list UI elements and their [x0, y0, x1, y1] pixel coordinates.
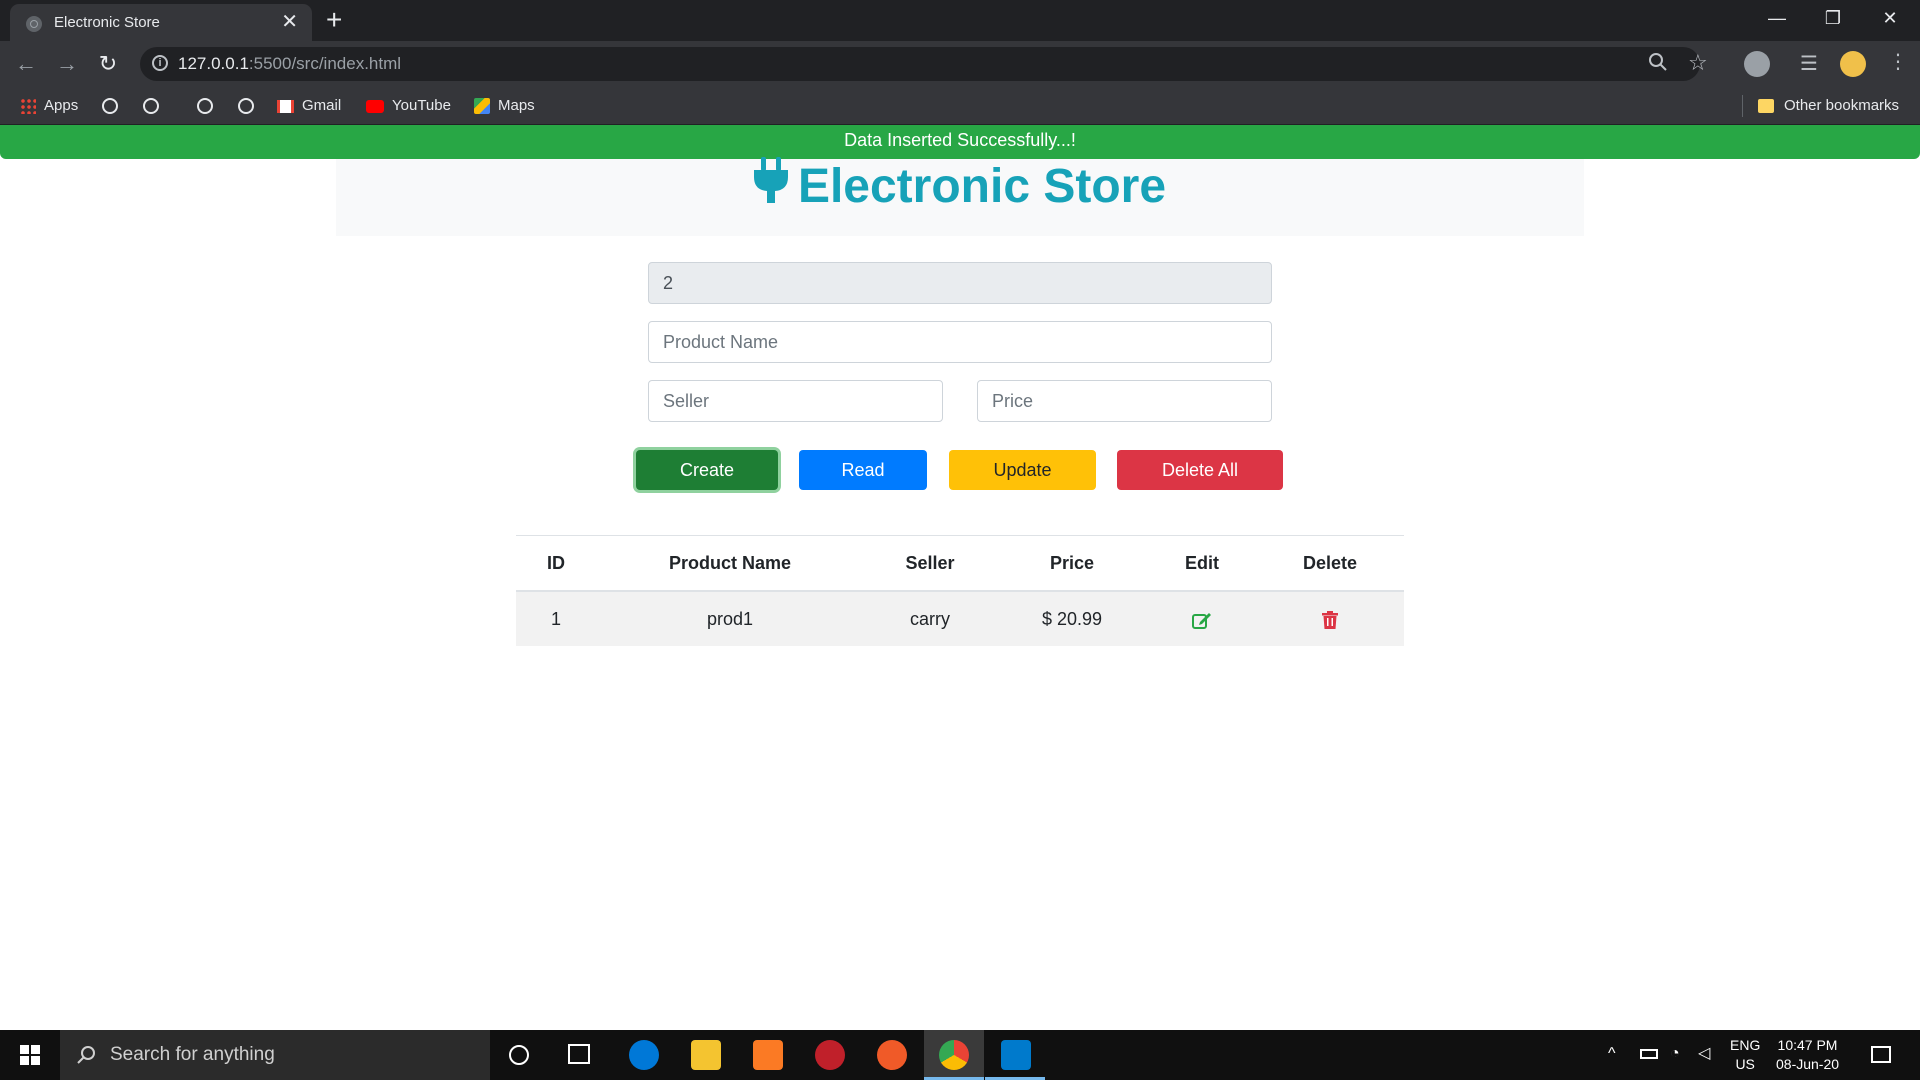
task-view-icon[interactable]	[568, 1044, 590, 1064]
tab-title: Electronic Store	[54, 14, 160, 31]
globe-icon	[197, 98, 213, 115]
cell-product-name: prod1	[706, 609, 754, 629]
youtube-icon	[366, 99, 384, 113]
profile-avatar[interactable]	[1840, 51, 1866, 77]
taskbar-search-placeholder: Search for anything	[110, 1044, 275, 1065]
cell-price: $ 20.99	[1041, 609, 1103, 629]
bookmark-globe-4[interactable]	[238, 96, 254, 116]
table-header: ID Product Name Seller Price Edit Delete	[516, 536, 1404, 592]
volume-icon[interactable]: ◁	[1698, 1044, 1710, 1063]
bookmark-globe-2[interactable]	[143, 96, 159, 116]
product-name-input[interactable]	[648, 321, 1272, 363]
bookmark-other[interactable]: Other bookmarks	[1758, 96, 1899, 116]
info-icon[interactable]: i	[152, 55, 168, 71]
media-queue-icon[interactable]: ☰	[1800, 51, 1818, 76]
price-input[interactable]	[977, 380, 1272, 422]
postman-icon[interactable]	[877, 1040, 907, 1070]
battery-icon[interactable]	[1640, 1049, 1658, 1059]
menu-kebab-icon[interactable]: ⋮	[1888, 49, 1908, 74]
globe-icon	[26, 16, 42, 32]
edge-icon[interactable]	[629, 1040, 659, 1070]
globe-icon	[102, 98, 118, 115]
bookmark-globe-3[interactable]	[197, 96, 213, 116]
gmail-icon	[277, 99, 294, 113]
xampp-icon[interactable]	[753, 1040, 783, 1070]
cell-seller: carry	[910, 609, 950, 629]
forward-icon[interactable]: →	[53, 50, 81, 78]
delete-all-button[interactable]: Delete All	[1117, 450, 1283, 490]
apps-grid-icon	[20, 98, 36, 115]
address-bar[interactable]: i 127.0.0.1:5500/src/index.html ☆	[140, 47, 1708, 81]
page-title: Electronic Store	[336, 156, 1584, 216]
back-icon[interactable]: ←	[12, 50, 40, 78]
browser-tab[interactable]: Electronic Store ✕	[10, 4, 312, 41]
header-edit: Edit	[1185, 553, 1219, 573]
plug-icon	[753, 156, 788, 216]
windows-start-icon[interactable]	[20, 1045, 40, 1065]
browser-titlebar: Electronic Store ✕ + — ❐ ✕	[0, 0, 1920, 41]
create-button[interactable]: Create	[636, 450, 778, 490]
globe-icon	[238, 98, 254, 115]
vscode-icon[interactable]	[1001, 1040, 1031, 1070]
bookmark-youtube[interactable]: YouTube	[366, 96, 451, 116]
globe-icon	[143, 98, 159, 115]
brand-text: Electronic Store	[797, 160, 1167, 213]
maps-icon	[474, 98, 490, 115]
new-tab-icon[interactable]: +	[326, 4, 342, 36]
bookmark-gmail[interactable]: Gmail	[277, 96, 341, 116]
trash-icon[interactable]	[1322, 592, 1338, 646]
bookmarks-bar: Apps Gmail YouTube Maps Other bookmarks	[0, 87, 1920, 125]
header-seller: Seller	[905, 553, 955, 573]
header-id: ID	[547, 553, 565, 573]
cell-id: 1	[550, 609, 562, 629]
language-indicator[interactable]: ENG US	[1730, 1036, 1760, 1074]
notification-icon[interactable]	[1871, 1046, 1891, 1063]
reload-icon[interactable]: ↻	[94, 50, 122, 78]
adblock-icon[interactable]	[1744, 51, 1770, 77]
wifi-icon[interactable]: ◔	[1670, 1044, 1680, 1063]
minimize-icon[interactable]: —	[1749, 0, 1805, 36]
file-explorer-icon[interactable]	[691, 1040, 721, 1070]
bookmark-globe-1[interactable]	[102, 96, 118, 116]
zoom-icon[interactable]	[1648, 52, 1668, 78]
close-tab-icon[interactable]: ✕	[281, 10, 298, 34]
seller-input[interactable]	[648, 380, 943, 422]
browser-toolbar: ← → ↻ i 127.0.0.1:5500/src/index.html ☆ …	[0, 41, 1920, 87]
taskbar-search[interactable]: Search for anything	[60, 1030, 490, 1080]
edit-icon[interactable]	[1192, 592, 1212, 646]
table-row: 1 prod1 carry $ 20.99	[516, 592, 1404, 646]
tray-chevron-icon[interactable]: ^	[1608, 1044, 1616, 1063]
bookmarks-divider	[1742, 95, 1743, 117]
product-table: ID Product Name Seller Price Edit Delete…	[516, 535, 1404, 646]
read-button[interactable]: Read	[799, 450, 927, 490]
url-text: 127.0.0.1:5500/src/index.html	[178, 54, 402, 73]
cortana-icon[interactable]	[509, 1045, 529, 1065]
bookmark-apps[interactable]: Apps	[20, 96, 78, 116]
chrome-icon[interactable]	[939, 1040, 969, 1070]
folder-icon	[1758, 99, 1774, 114]
header-jumbotron: Electronic Store	[336, 156, 1584, 236]
search-icon	[76, 1045, 96, 1070]
header-price: Price	[1049, 553, 1095, 573]
header-delete: Delete	[1302, 553, 1358, 573]
mysql-icon[interactable]	[815, 1040, 845, 1070]
bookmark-star-icon[interactable]: ☆	[1688, 50, 1708, 76]
restore-icon[interactable]: ❐	[1805, 0, 1861, 36]
header-product-name: Product Name	[668, 553, 792, 573]
success-alert: Data Inserted Successfully...!	[0, 125, 1920, 159]
update-button[interactable]: Update	[949, 450, 1096, 490]
bookmark-maps[interactable]: Maps	[474, 96, 535, 116]
clock[interactable]: 10:47 PM 08-Jun-20	[1776, 1036, 1839, 1074]
close-window-icon[interactable]: ✕	[1862, 0, 1918, 36]
id-input[interactable]	[648, 262, 1272, 304]
windows-taskbar: Search for anything ^ ◔ ◁ ENG US 10:47 PM…	[0, 1030, 1920, 1080]
